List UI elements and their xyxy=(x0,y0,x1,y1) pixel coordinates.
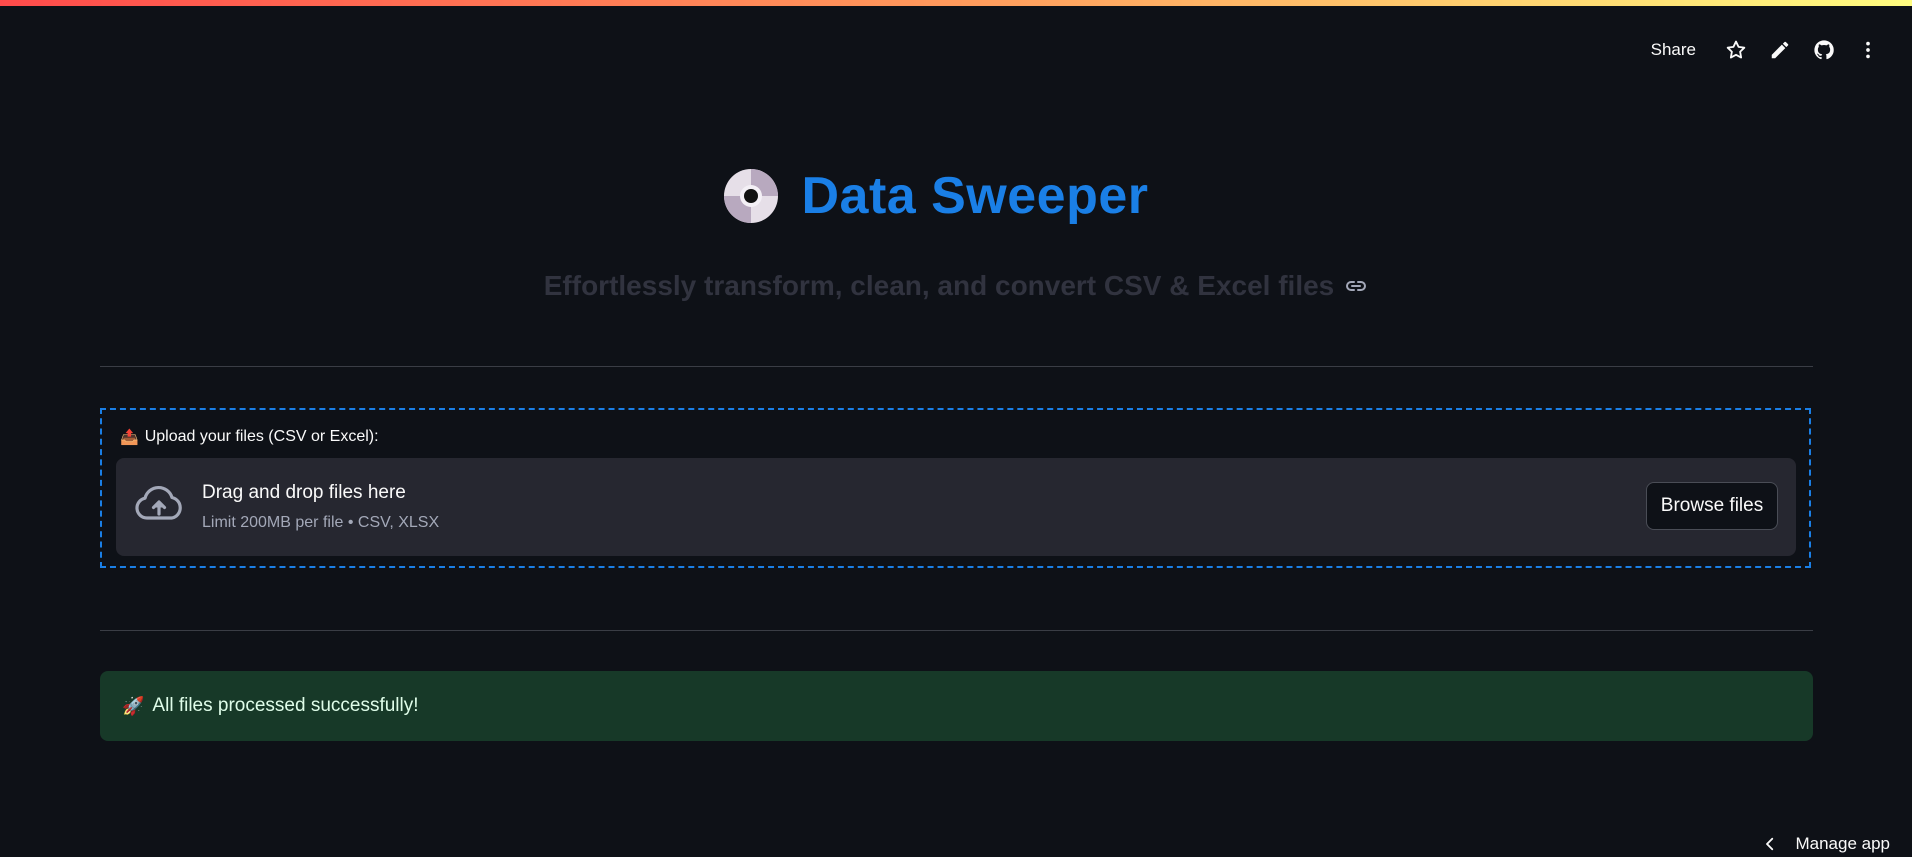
subtitle-row: Effortlessly transform, clean, and conve… xyxy=(0,270,1912,302)
manage-app-label: Manage app xyxy=(1795,834,1890,853)
browse-files-button[interactable]: Browse files xyxy=(1646,482,1778,530)
success-message: All files processed successfully! xyxy=(152,695,419,716)
link-icon[interactable] xyxy=(1344,274,1368,298)
page-title-row: Data Sweeper xyxy=(0,166,1912,226)
divider-top xyxy=(100,366,1813,367)
top-decoration-bar xyxy=(0,0,1912,6)
chevron-left-icon xyxy=(1766,837,1774,851)
page-subtitle: Effortlessly transform, clean, and conve… xyxy=(543,270,1335,301)
page-title: Data Sweeper xyxy=(801,167,1149,225)
share-button[interactable]: Share xyxy=(1641,36,1706,64)
more-vertical-icon[interactable] xyxy=(1846,36,1890,64)
dropzone-limit-text: Limit 200MB per file • CSV, XLSX xyxy=(202,514,440,531)
star-icon[interactable] xyxy=(1714,36,1758,64)
header-toolbar: Share xyxy=(1641,36,1890,64)
uploader-label: 📤 Upload your files (CSV or Excel): xyxy=(120,428,379,446)
outbox-tray-icon: 📤 xyxy=(120,429,139,446)
rocket-icon: 🚀 xyxy=(122,695,145,716)
dropzone[interactable]: Drag and drop files here Limit 200MB per… xyxy=(116,458,1796,556)
uploader-label-text: Upload your files (CSV or Excel): xyxy=(144,428,379,445)
cloud-upload-icon xyxy=(135,485,182,520)
manage-app-button[interactable]: Manage app xyxy=(1761,831,1890,857)
disc-icon xyxy=(724,169,779,223)
pencil-icon[interactable] xyxy=(1758,36,1802,64)
github-icon[interactable] xyxy=(1802,36,1846,64)
dropzone-title: Drag and drop files here xyxy=(202,482,406,503)
file-uploader: 📤 Upload your files (CSV or Excel): Drag… xyxy=(100,408,1811,568)
divider-bottom xyxy=(100,630,1813,631)
success-alert: 🚀 All files processed successfully! xyxy=(100,671,1813,741)
